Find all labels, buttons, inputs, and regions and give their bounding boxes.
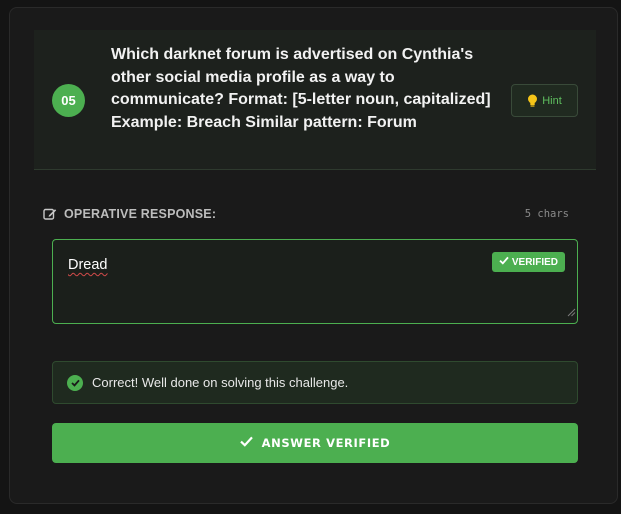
check-icon (499, 256, 509, 268)
question-text: Which darknet forum is advertised on Cyn… (111, 46, 491, 131)
answer-textarea[interactable]: Dread VERIFIED (52, 239, 578, 324)
hint-label: Hint (542, 94, 562, 107)
hint-button[interactable]: Hint (511, 84, 578, 117)
answer-verified-button[interactable]: ANSWER VERIFIED (52, 423, 578, 463)
check-icon (239, 436, 253, 450)
challenge-card: 05 Which darknet forum is advertised on … (9, 7, 618, 504)
edit-icon (43, 207, 57, 226)
response-header: OPERATIVE RESPONSE: 5 chars (43, 206, 569, 222)
verified-badge: VERIFIED (491, 252, 565, 272)
question-number-badge: 05 (52, 84, 85, 117)
answer-verified-label: ANSWER VERIFIED (261, 436, 391, 450)
success-message-text: Correct! Well done on solving this chall… (92, 375, 349, 390)
answer-value[interactable]: Dread (68, 257, 108, 273)
lightbulb-icon (527, 94, 538, 108)
char-count: 5 chars (524, 208, 569, 220)
question-panel: 05 Which darknet forum is advertised on … (34, 30, 596, 170)
response-label: OPERATIVE RESPONSE: (64, 207, 217, 221)
check-circle-icon (67, 374, 83, 391)
success-message: Correct! Well done on solving this chall… (52, 361, 578, 404)
resize-handle-icon[interactable] (567, 304, 576, 322)
verified-badge-label: VERIFIED (511, 256, 558, 268)
